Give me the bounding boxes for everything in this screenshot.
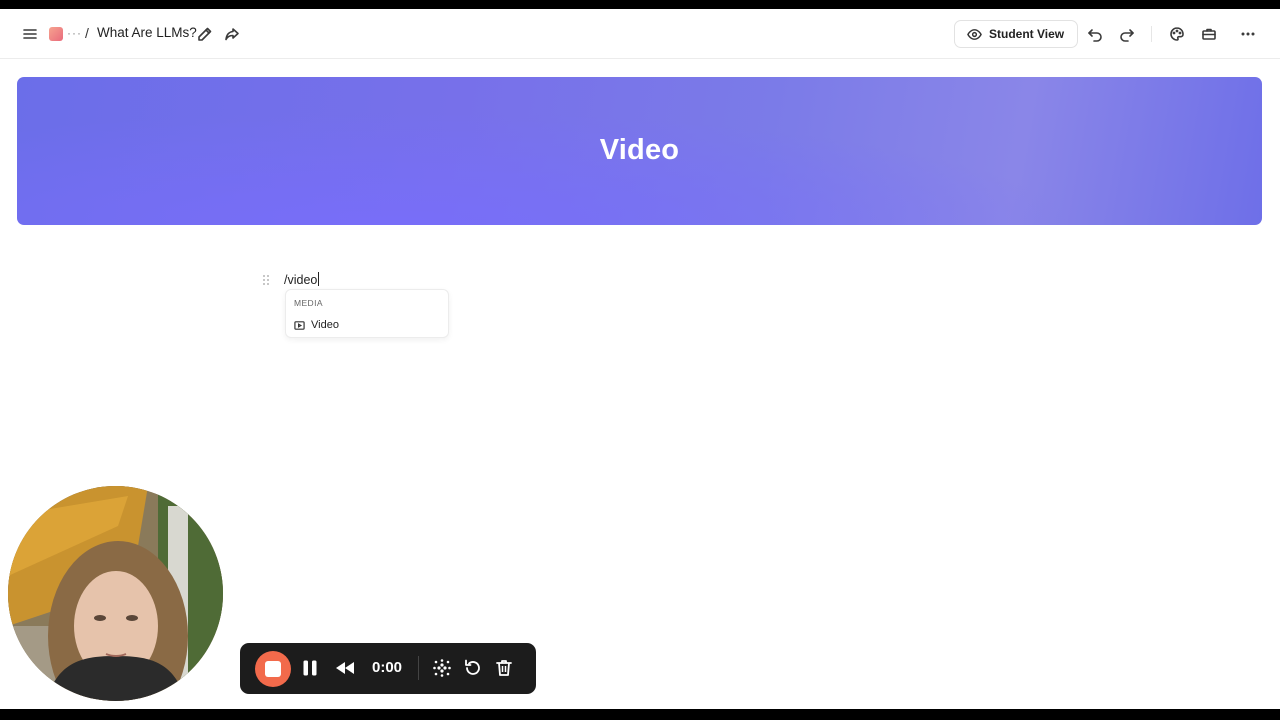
breadcrumb-separator: / [85, 25, 89, 41]
menu-item-label: Video [311, 319, 339, 331]
drag-handle-icon[interactable] [263, 275, 271, 286]
menu-icon[interactable] [16, 20, 44, 48]
pencil-icon[interactable] [191, 20, 219, 48]
video-icon [294, 320, 305, 330]
rewind-button[interactable] [334, 658, 356, 678]
palette-icon[interactable] [1163, 20, 1191, 48]
recording-control-bar: 0:00 [240, 643, 536, 694]
trash-icon [496, 660, 512, 676]
undo-icon[interactable] [1081, 20, 1109, 48]
restart-icon [465, 659, 480, 675]
pause-icon [303, 660, 317, 676]
menu-section-header: MEDIA [294, 298, 323, 308]
app-screen: ··· / What Are LLMs? Student View Video … [0, 9, 1280, 709]
menu-item-video[interactable]: Video [288, 315, 446, 335]
slash-command-menu: MEDIA Video [285, 289, 449, 338]
grid-icon [433, 659, 451, 677]
recording-time: 0:00 [372, 659, 403, 676]
breadcrumb-more[interactable]: ··· [67, 26, 82, 40]
banner-title: Video [599, 134, 680, 166]
share-icon[interactable] [218, 20, 246, 48]
webcam-video-feed [8, 486, 223, 701]
header-banner[interactable]: Video [17, 77, 1262, 225]
stop-icon [265, 661, 281, 677]
webcam-bubble[interactable] [8, 486, 223, 701]
stop-button[interactable] [255, 651, 291, 687]
delete-button[interactable] [494, 658, 514, 678]
page-title[interactable]: What Are LLMs? [97, 25, 197, 40]
toolbar-divider [1151, 26, 1152, 42]
pause-button[interactable] [300, 658, 320, 678]
redo-icon[interactable] [1113, 20, 1141, 48]
briefcase-icon[interactable] [1195, 20, 1223, 48]
student-view-label: Student View [989, 27, 1065, 41]
top-bar: ··· / What Are LLMs? Student View [0, 9, 1280, 59]
page-icon[interactable] [49, 27, 63, 41]
rewind-icon [336, 662, 354, 674]
student-view-button[interactable]: Student View [954, 20, 1079, 48]
eye-icon [967, 28, 982, 40]
editor-text-input[interactable]: /video [284, 272, 319, 287]
grid-button[interactable] [432, 658, 452, 678]
more-icon[interactable] [1234, 20, 1262, 48]
restart-button[interactable] [463, 658, 483, 678]
recorder-divider [418, 656, 419, 680]
